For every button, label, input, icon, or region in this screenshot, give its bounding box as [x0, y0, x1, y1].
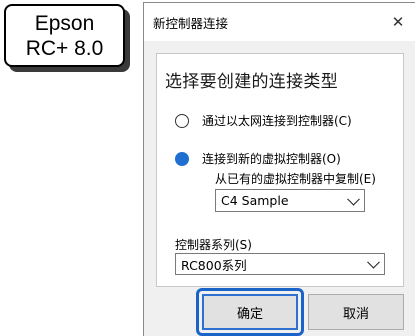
title-bar: 新控制器连接 ✕ [144, 3, 415, 41]
panel-heading: 选择要创建的连接类型 [165, 72, 338, 92]
series-label: 控制器系列(S) [175, 238, 252, 252]
copy-from-label: 从已有的虚拟控制器中复制(E) [215, 172, 376, 186]
radio-ethernet-indicator[interactable] [175, 113, 189, 128]
chevron-down-icon [367, 255, 380, 269]
radio-ethernet-label: 通过以太网连接到控制器(C) [202, 114, 352, 128]
ok-button-label: 确定 [236, 306, 263, 322]
radio-virtual-indicator[interactable] [175, 151, 189, 166]
close-button[interactable]: ✕ [383, 7, 413, 37]
copy-from-value: C4 Sample [221, 193, 289, 208]
close-icon: ✕ [391, 13, 405, 31]
radio-virtual-label: 连接到新的虚拟控制器(O) [202, 152, 341, 166]
new-controller-dialog: 新控制器连接 ✕ 选择要创建的连接类型 通过以太网连接到控制器(C) 连接到新的… [143, 2, 415, 336]
callout-line-2: RC+ 8.0 [25, 36, 104, 60]
chevron-down-icon [347, 192, 360, 206]
callout-line-1: Epson [34, 11, 95, 35]
callout-box: Epson RC+ 8.0 [4, 4, 125, 67]
dialog-title: 新控制器连接 [153, 15, 229, 31]
radio-ethernet[interactable]: 通过以太网连接到控制器(C) [175, 112, 352, 129]
cancel-button-label: 取消 [342, 306, 369, 322]
radio-virtual[interactable]: 连接到新的虚拟控制器(O) [175, 150, 341, 167]
series-value: RC800系列 [181, 257, 247, 273]
ok-button[interactable]: 确定 [202, 294, 298, 330]
cancel-button[interactable]: 取消 [308, 294, 404, 330]
copy-from-select[interactable]: C4 Sample [215, 189, 365, 212]
series-select[interactable]: RC800系列 [175, 253, 385, 275]
product-callout: Epson RC+ 8.0 [4, 4, 132, 74]
connection-type-panel: 选择要创建的连接类型 通过以太网连接到控制器(C) 连接到新的虚拟控制器(O) … [156, 53, 404, 287]
